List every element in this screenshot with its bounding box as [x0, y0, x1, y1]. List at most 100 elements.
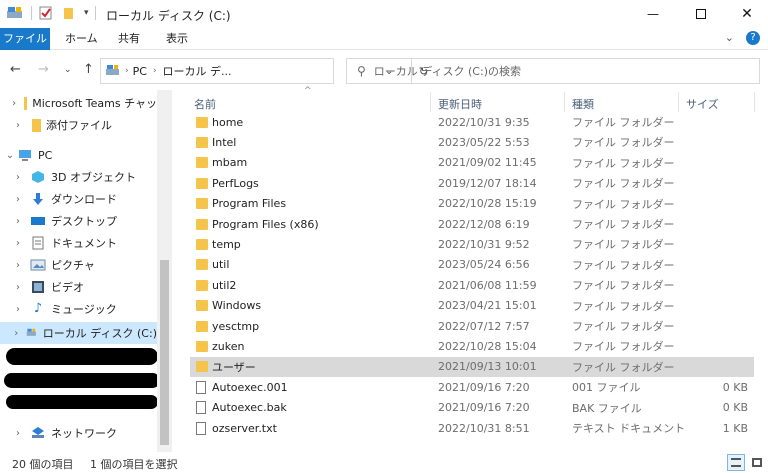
chevron-right-icon[interactable]: ›	[12, 304, 24, 315]
chevron-right-icon[interactable]: ›	[12, 216, 24, 227]
chevron-right-icon[interactable]: ›	[12, 172, 24, 183]
column-divider[interactable]	[564, 92, 565, 112]
file-row[interactable]: Program Files (x86) 2022/12/08 6:19 ファイル フ…	[190, 214, 754, 234]
folder-icon	[196, 300, 208, 312]
forward-arrow-icon[interactable]: →	[38, 62, 49, 77]
chevron-right-icon[interactable]: ›	[12, 194, 24, 205]
nav-label: ピクチャ	[51, 259, 95, 272]
file-name: home	[212, 115, 244, 129]
properties-icon[interactable]	[38, 5, 54, 21]
breadcrumb-local-disk[interactable]: ローカル デ...	[163, 63, 232, 79]
file-row[interactable]: ozserver.txt 2022/10/31 8:51 テキスト ドキュメント 1 …	[190, 418, 754, 438]
chevron-right-icon[interactable]: ›	[12, 428, 24, 439]
tab-view[interactable]: 表示	[157, 28, 197, 50]
tab-home[interactable]: ホーム	[56, 28, 107, 50]
tab-share[interactable]: 共有	[109, 28, 149, 50]
recent-locations-icon[interactable]: ⌄	[64, 65, 72, 75]
drive-icon[interactable]	[6, 5, 24, 21]
details-view-button[interactable]	[727, 454, 745, 471]
tab-file[interactable]: ファイル	[0, 28, 50, 50]
file-row[interactable]: temp 2022/10/31 9:52 ファイル フォルダー	[190, 234, 754, 254]
details-view-icon	[731, 458, 741, 467]
chevron-right-icon[interactable]: ›	[12, 120, 24, 131]
nav-item-downloads[interactable]: › ダウンロード	[0, 188, 157, 210]
up-arrow-icon[interactable]: ↑	[83, 62, 94, 77]
folder-icon	[196, 259, 208, 271]
file-date: 2022/10/31 9:35	[438, 115, 530, 129]
file-row[interactable]: util2 2021/06/08 11:59 ファイル フォルダー	[190, 275, 754, 295]
new-folder-icon[interactable]	[62, 5, 78, 21]
column-header-date[interactable]: 更新日時	[438, 96, 482, 112]
file-list: ^ 名前 更新日時 種類 サイズ home 2022/10/31 9:35 ファイル…	[186, 86, 768, 452]
search-box[interactable]: ⚲ ローカル ディスク (C:)の検索	[346, 58, 760, 84]
close-button[interactable]: ✕	[724, 0, 768, 28]
column-header-size[interactable]: サイズ	[686, 96, 719, 112]
nav-item-videos[interactable]: › ビデオ	[0, 276, 157, 298]
nav-scrollbar-thumb[interactable]	[160, 260, 169, 445]
chevron-right-icon[interactable]: ›	[12, 98, 16, 109]
redaction-bar	[6, 395, 158, 409]
nav-item-documents[interactable]: › ドキュメント	[0, 232, 157, 254]
nav-scrollbar[interactable]	[157, 90, 172, 452]
column-divider[interactable]	[754, 92, 755, 112]
breadcrumb-pc[interactable]: PC	[133, 65, 147, 78]
nav-item-network[interactable]: › ネットワーク	[0, 422, 157, 444]
nav-label: ビデオ	[51, 281, 84, 294]
column-header-name[interactable]: 名前	[194, 96, 216, 112]
ribbon-tabs: ファイル ホーム 共有 表示 ⌄ ?	[0, 28, 768, 50]
column-divider[interactable]	[430, 92, 431, 112]
nav-item-teams-chat[interactable]: › Microsoft Teams チャッ	[0, 92, 157, 114]
folder-icon	[196, 157, 208, 169]
chevron-down-icon[interactable]: ⌄	[4, 150, 16, 161]
file-date: 2021/09/16 7:20	[438, 380, 530, 394]
nav-item-3d-objects[interactable]: › 3D オブジェクト	[0, 166, 157, 188]
nav-label: ローカル ディスク (C:)	[42, 327, 157, 340]
customize-quick-access-icon[interactable]: ▾	[84, 8, 89, 18]
file-row[interactable]: yesctmp 2022/07/12 7:57 ファイル フォルダー	[190, 316, 754, 336]
address-bar[interactable]: › PC › ローカル デ... ⌄ ↻	[100, 58, 428, 84]
minimize-button[interactable]: —	[630, 0, 676, 28]
file-row[interactable]: Intel 2023/05/22 5:53 ファイル フォルダー	[190, 132, 754, 152]
folder-icon	[32, 118, 41, 132]
back-arrow-icon[interactable]: ←	[10, 62, 21, 77]
file-row[interactable]: Autoexec.bak 2021/09/16 7:20 BAK ファイル 0 KB	[190, 398, 754, 418]
column-header-type[interactable]: 種類	[572, 96, 594, 112]
file-name: util2	[212, 278, 237, 292]
chevron-right-icon[interactable]: ›	[12, 328, 20, 339]
file-date: 2022/10/31 9:52	[438, 237, 530, 251]
ribbon-controls: ⌄ ?	[725, 31, 760, 45]
chevron-right-icon: ›	[125, 66, 129, 76]
column-divider[interactable]	[678, 92, 679, 112]
chevron-right-icon[interactable]: ›	[12, 282, 24, 293]
file-date: 2023/05/22 5:53	[438, 135, 530, 149]
nav-item-pictures[interactable]: › ピクチャ	[0, 254, 157, 276]
large-icons-view-button[interactable]	[748, 454, 766, 471]
nav-item-attachments[interactable]: › 添付ファイル	[0, 114, 157, 136]
nav-item-music[interactable]: › ♪ ミュージック	[0, 298, 157, 320]
chevron-right-icon[interactable]: ›	[12, 238, 24, 249]
search-input[interactable]: ローカル ディスク (C:)の検索	[374, 63, 521, 79]
file-row[interactable]: util 2023/05/24 6:56 ファイル フォルダー	[190, 255, 754, 275]
expand-ribbon-icon[interactable]: ⌄	[725, 31, 734, 45]
window-title: ローカル ディスク (C:)	[106, 9, 231, 23]
file-row[interactable]: Program Files 2022/10/28 15:19 ファイル フォルダー	[190, 194, 754, 214]
file-row[interactable]: zuken 2022/10/28 15:04 ファイル フォルダー	[190, 336, 754, 356]
file-row[interactable]: mbam 2021/09/02 11:45 ファイル フォルダー	[190, 153, 754, 173]
pc-icon	[19, 150, 31, 161]
maximize-button[interactable]	[678, 0, 724, 28]
file-row[interactable]: ユーザー 2021/09/13 10:01 ファイル フォルダー	[190, 356, 754, 377]
file-row[interactable]: Autoexec.001 2021/09/16 7:20 001 ファイル 0 KB	[190, 377, 754, 397]
help-icon[interactable]: ?	[746, 31, 760, 45]
chevron-right-icon[interactable]: ›	[12, 260, 24, 271]
nav-item-desktop[interactable]: › デスクトップ	[0, 210, 157, 232]
nav-item-pc[interactable]: ⌄ PC	[0, 144, 157, 166]
file-row[interactable]: Windows 2023/04/21 15:01 ファイル フォルダー	[190, 296, 754, 316]
file-row[interactable]: PerfLogs 2019/12/07 18:14 ファイル フォルダー	[190, 173, 754, 193]
folder-icon	[196, 116, 208, 128]
folder-icon	[196, 279, 208, 291]
file-name: util	[212, 258, 230, 272]
file-date: 2023/05/24 6:56	[438, 258, 530, 272]
nav-item-local-disk[interactable]: › ローカル ディスク (C:)	[0, 322, 157, 344]
file-row[interactable]: home 2022/10/31 9:35 ファイル フォルダー	[190, 112, 754, 132]
file-name: ozserver.txt	[212, 421, 277, 435]
